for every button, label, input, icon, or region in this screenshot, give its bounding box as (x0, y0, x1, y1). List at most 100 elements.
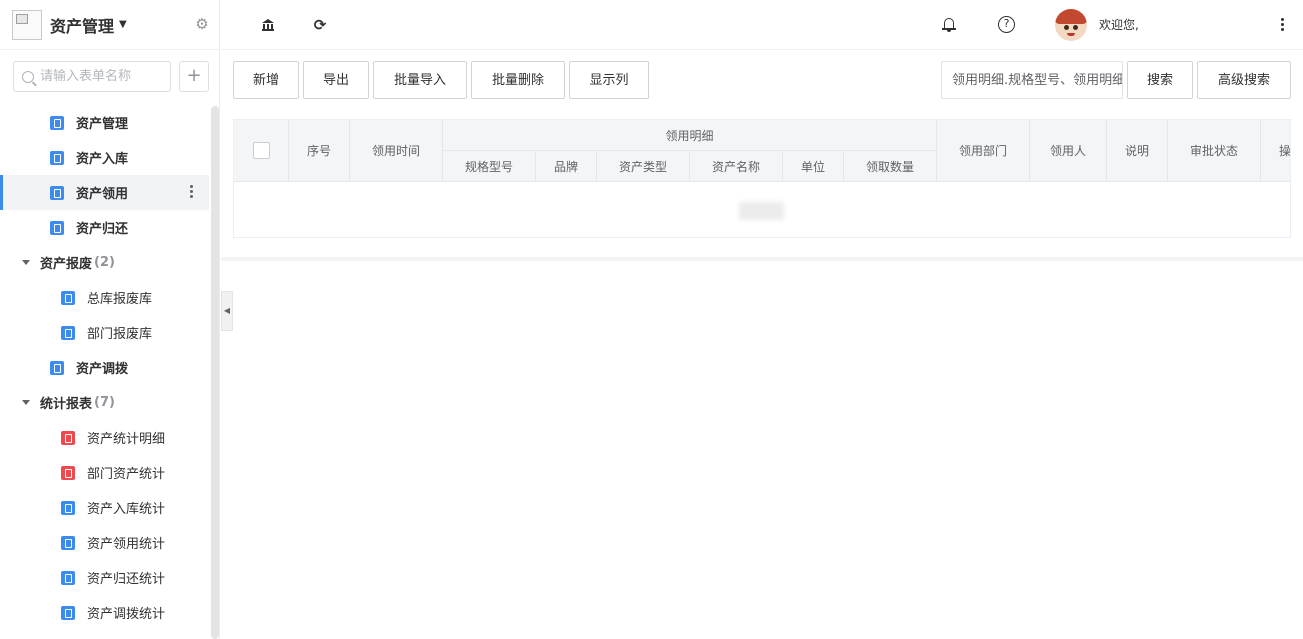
form-icon (50, 150, 64, 165)
form-icon (61, 605, 75, 620)
sidebar-item-label: 统计报表 (40, 397, 93, 412)
avatar[interactable] (1055, 9, 1087, 41)
column-header-model[interactable]: 规格型号 (443, 151, 536, 182)
column-header-asset-type[interactable]: 资产类型 (597, 151, 690, 182)
sidebar-item-5[interactable]: 总库报废库 (0, 280, 209, 315)
sidebar-item-label: 资产调拨 (76, 362, 129, 377)
sidebar-item-3[interactable]: 资产归还 (0, 210, 209, 245)
sidebar-item-label: 资产领用统计 (87, 537, 166, 552)
column-header-brand[interactable]: 品牌 (536, 151, 597, 182)
refresh-icon[interactable]: ⟳ (311, 16, 329, 34)
form-icon (50, 360, 64, 375)
welcome-text[interactable]: 欢迎您, (1099, 16, 1139, 33)
sidebar-item-6[interactable]: 部门报废库 (0, 315, 209, 350)
table-search-input[interactable] (952, 62, 1122, 98)
sidebar-item-label: 资产调拨统计 (87, 607, 166, 622)
column-header-unit[interactable]: 单位 (783, 151, 844, 182)
sidebar-item-label: 资产报废 (40, 257, 93, 272)
item-more-icon[interactable] (189, 183, 193, 201)
app-root: 资产管理 ▼ ⚙ + 资产管理资产入库资产领用资产归还资产报废(2) 总库报废库部… (0, 0, 1303, 639)
column-header-note[interactable]: 说明 (1107, 120, 1168, 182)
show-columns-button[interactable]: 显示列 (569, 61, 649, 99)
sidebar-item-2[interactable]: 资产领用 (0, 175, 209, 210)
collapse-sidebar-toggle[interactable]: ◀ (221, 291, 233, 331)
table-header: 序号 领用时间 领用明细 规格型号 品牌 资产类型 资产名称 单位 领取数量 领… (234, 120, 1290, 182)
sidebar-item-label: 总库报废库 (87, 292, 153, 307)
add-form-button[interactable]: + (179, 61, 209, 92)
sidebar-item-1[interactable]: 资产入库 (0, 140, 209, 175)
form-icon (61, 325, 75, 340)
sidebar-item-label: 资产入库 (76, 152, 129, 167)
column-header-asset-name[interactable]: 资产名称 (690, 151, 783, 182)
caret-down-icon[interactable] (22, 260, 30, 265)
sidebar: 资产管理 ▼ ⚙ + 资产管理资产入库资产领用资产归还资产报废(2) 总库报废库部… (0, 0, 220, 639)
bell-icon[interactable] (940, 16, 958, 34)
column-header-operation[interactable]: 操 (1261, 120, 1290, 182)
form-icon (50, 185, 64, 200)
group-count: (7) (94, 395, 115, 410)
sidebar-item-label: 资产管理 (76, 117, 129, 132)
form-search-row: + (13, 61, 209, 92)
form-search-box[interactable] (13, 61, 171, 92)
sidebar-item-9[interactable]: 资产统计明细 (0, 420, 209, 455)
export-button[interactable]: 导出 (303, 61, 369, 99)
sidebar-item-label: 部门报废库 (87, 327, 153, 342)
gear-icon[interactable]: ⚙ (194, 16, 210, 32)
select-all-cell (234, 120, 289, 182)
sidebar-group-8[interactable]: 统计报表 (7) (0, 385, 209, 420)
column-header-status[interactable]: 审批状态 (1168, 120, 1261, 182)
sidebar-item-label: 资产领用 (76, 187, 129, 202)
sidebar-menu: 资产管理资产入库资产领用资产归还资产报废 (2) 总库报废库部门报废库资产调拨统计报… (0, 105, 209, 630)
column-header-person[interactable]: 领用人 (1030, 120, 1107, 182)
search-button[interactable]: 搜索 (1127, 61, 1193, 99)
bank-icon[interactable] (259, 16, 277, 34)
form-icon (50, 115, 64, 130)
form-icon (61, 500, 75, 515)
form-icon (61, 290, 75, 305)
sidebar-item-14[interactable]: 资产调拨统计 (0, 595, 209, 630)
sidebar-scrollbar[interactable] (211, 106, 219, 639)
loading-placeholder (739, 202, 784, 220)
select-all-checkbox[interactable] (252, 142, 270, 159)
sidebar-item-11[interactable]: 资产入库统计 (0, 490, 209, 525)
batch-import-button[interactable]: 批量导入 (373, 61, 467, 99)
sidebar-item-label: 部门资产统计 (87, 467, 166, 482)
top-bar: ⟳ ? 欢迎您, (221, 0, 1303, 50)
caret-down-icon[interactable] (22, 400, 30, 405)
content-divider (221, 257, 1303, 261)
sidebar-item-10[interactable]: 部门资产统计 (0, 455, 209, 490)
sidebar-header: 资产管理 ▼ (0, 0, 219, 50)
sidebar-item-label: 资产统计明细 (87, 432, 166, 447)
report-icon (61, 465, 75, 480)
sidebar-item-label: 资产归还 (76, 222, 129, 237)
sidebar-item-0[interactable]: 资产管理 (0, 105, 209, 140)
data-table: 序号 领用时间 领用明细 规格型号 品牌 资产类型 资产名称 单位 领取数量 领… (233, 119, 1291, 238)
form-search-input[interactable] (40, 69, 170, 84)
form-icon (61, 535, 75, 550)
table-search-box[interactable] (941, 61, 1123, 99)
batch-delete-button[interactable]: 批量删除 (471, 61, 565, 99)
app-logo-image (12, 9, 42, 40)
search-icon (22, 70, 34, 83)
sidebar-item-label: 资产归还统计 (87, 572, 166, 587)
column-group-header-detail: 领用明细 (443, 120, 937, 151)
sidebar-group-4[interactable]: 资产报废 (2) (0, 245, 209, 280)
caret-down-icon[interactable]: ▼ (119, 19, 127, 30)
column-header-date[interactable]: 领用时间 (350, 120, 443, 182)
column-header-dept[interactable]: 领用部门 (937, 120, 1030, 182)
sidebar-item-label: 资产入库统计 (87, 502, 166, 517)
app-title[interactable]: 资产管理 (50, 13, 114, 37)
report-icon (61, 430, 75, 445)
group-count: (2) (94, 255, 115, 270)
help-icon[interactable]: ? (998, 16, 1015, 33)
advanced-search-button[interactable]: 高级搜索 (1197, 61, 1291, 99)
column-header-quantity[interactable]: 领取数量 (844, 151, 937, 182)
sidebar-item-7[interactable]: 资产调拨 (0, 350, 209, 385)
column-header-index[interactable]: 序号 (289, 120, 350, 182)
sidebar-item-13[interactable]: 资产归还统计 (0, 560, 209, 595)
more-menu-icon[interactable] (1280, 16, 1284, 32)
form-icon (61, 570, 75, 585)
form-icon (50, 220, 64, 235)
add-button[interactable]: 新增 (233, 61, 299, 99)
sidebar-item-12[interactable]: 资产领用统计 (0, 525, 209, 560)
